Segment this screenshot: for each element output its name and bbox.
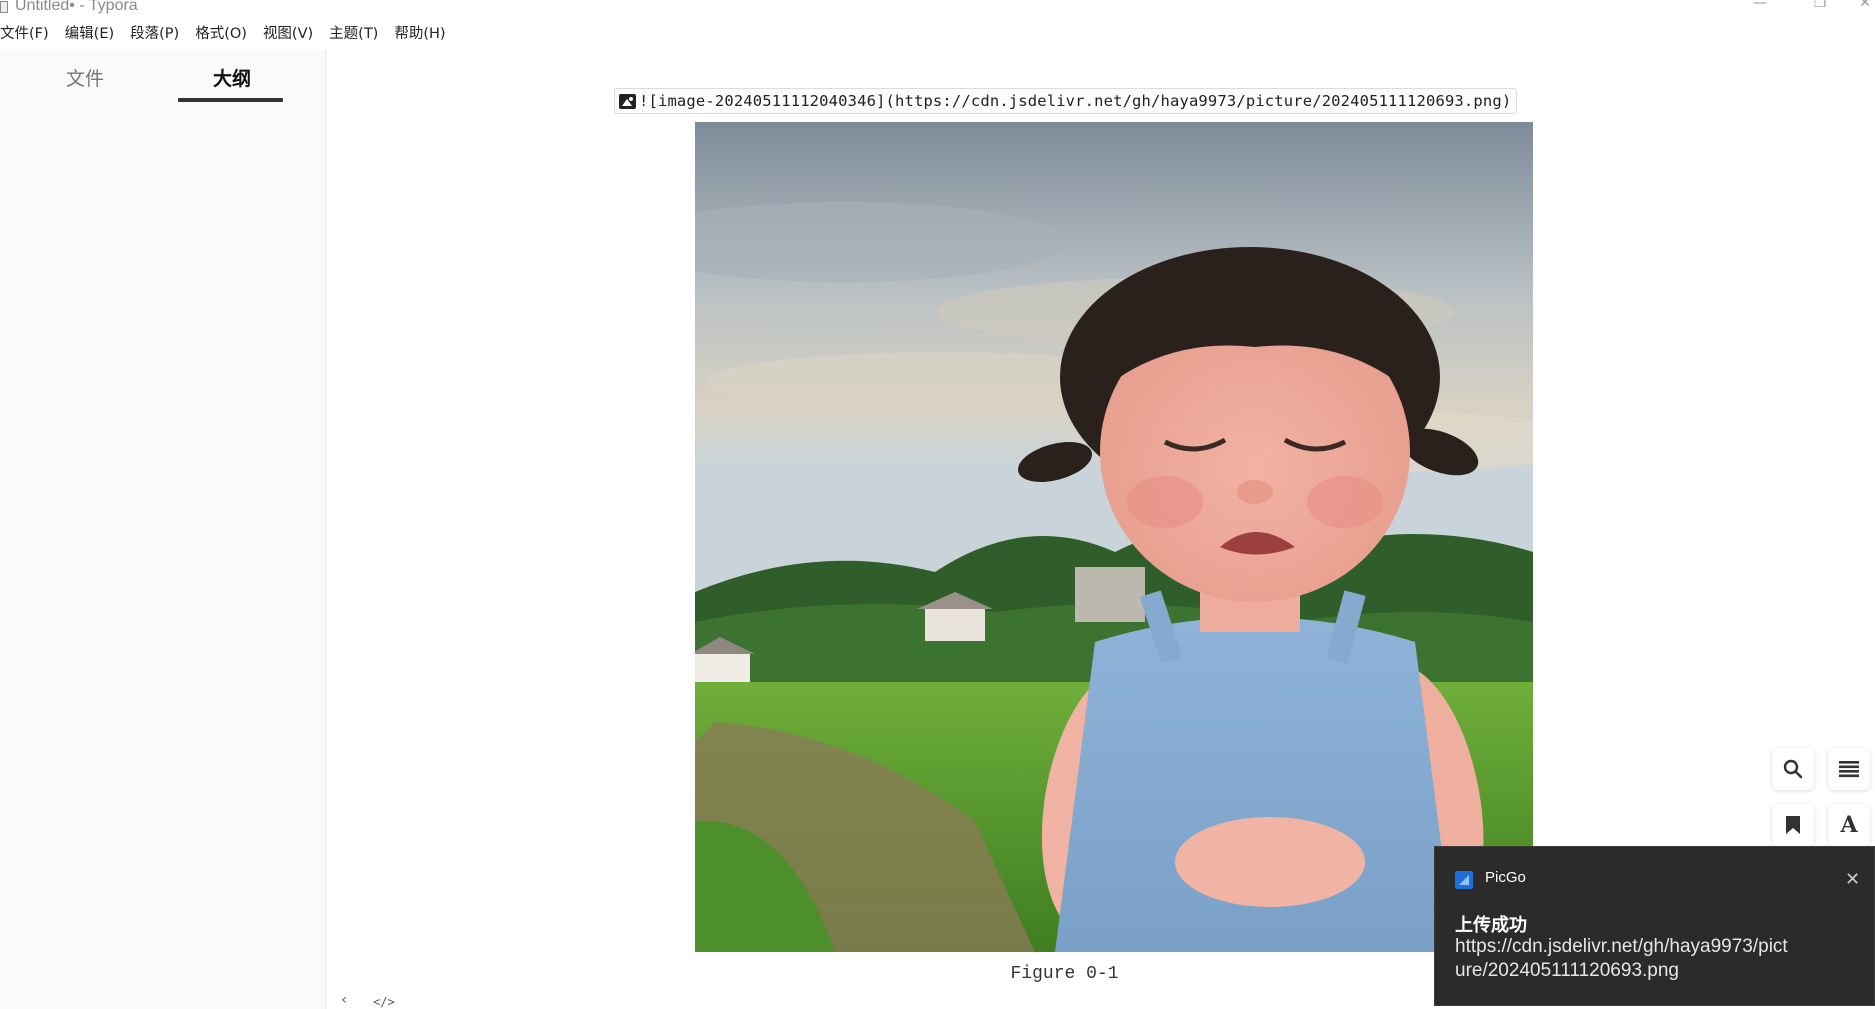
menu-theme[interactable]: 主题(T) bbox=[329, 22, 378, 46]
collapse-sidebar-button[interactable]: ‹ bbox=[340, 992, 348, 1008]
tab-outline[interactable]: 大纲 bbox=[213, 66, 251, 92]
source-code-mode-button[interactable]: </> bbox=[373, 995, 395, 1009]
picgo-logo-icon bbox=[1455, 871, 1473, 889]
bookmark-icon bbox=[1786, 816, 1800, 834]
image-markdown-source[interactable]: ![image-20240511112040346](https://cdn.j… bbox=[614, 88, 1518, 114]
font-icon: A bbox=[1840, 812, 1858, 838]
picgo-notification[interactable]: PicGo ✕ 上传成功 https://cdn.jsdelivr.net/gh… bbox=[1434, 846, 1875, 1006]
typora-app-icon bbox=[0, 1, 8, 13]
bookmark-button[interactable] bbox=[1772, 804, 1814, 846]
window-title: Untitled• - Typora bbox=[15, 0, 138, 14]
list-icon bbox=[1839, 761, 1859, 778]
outline-button[interactable] bbox=[1828, 748, 1870, 790]
menu-edit[interactable]: 编辑(E) bbox=[65, 22, 114, 46]
menu-view[interactable]: 视图(V) bbox=[263, 22, 313, 46]
photo-illustration bbox=[695, 122, 1533, 952]
search-button[interactable] bbox=[1772, 748, 1814, 790]
notification-close-button[interactable]: ✕ bbox=[1845, 869, 1860, 890]
markdown-image-code[interactable]: ![image-20240511112040346](https://cdn.j… bbox=[639, 92, 1511, 110]
title-bar: Untitled• - Typora — ❐ ✕ bbox=[0, 0, 1875, 14]
font-settings-button[interactable]: A bbox=[1828, 804, 1870, 846]
active-tab-indicator bbox=[178, 98, 283, 102]
notification-heading: 上传成功 bbox=[1455, 915, 1527, 936]
search-icon bbox=[1783, 759, 1803, 779]
menu-file[interactable]: 文件(F) bbox=[0, 22, 49, 46]
tab-files[interactable]: 文件 bbox=[66, 66, 104, 92]
image-icon bbox=[619, 93, 636, 109]
embedded-photo[interactable] bbox=[695, 122, 1533, 952]
menu-bar: 文件(F) 编辑(E) 段落(P) 格式(O) 视图(V) 主题(T) 帮助(H… bbox=[0, 22, 462, 46]
sidebar: 文件 大纲 bbox=[0, 50, 326, 1009]
notification-url: https://cdn.jsdelivr.net/gh/haya9973/pic… bbox=[1455, 936, 1788, 981]
menu-paragraph[interactable]: 段落(P) bbox=[130, 22, 179, 46]
close-window-button[interactable]: ✕ bbox=[1855, 0, 1875, 14]
menu-format[interactable]: 格式(O) bbox=[195, 22, 247, 46]
restore-button[interactable]: ❐ bbox=[1800, 0, 1840, 14]
minimize-button[interactable]: — bbox=[1740, 0, 1780, 14]
notification-app-name: PicGo bbox=[1485, 869, 1526, 886]
menu-help[interactable]: 帮助(H) bbox=[394, 22, 445, 46]
